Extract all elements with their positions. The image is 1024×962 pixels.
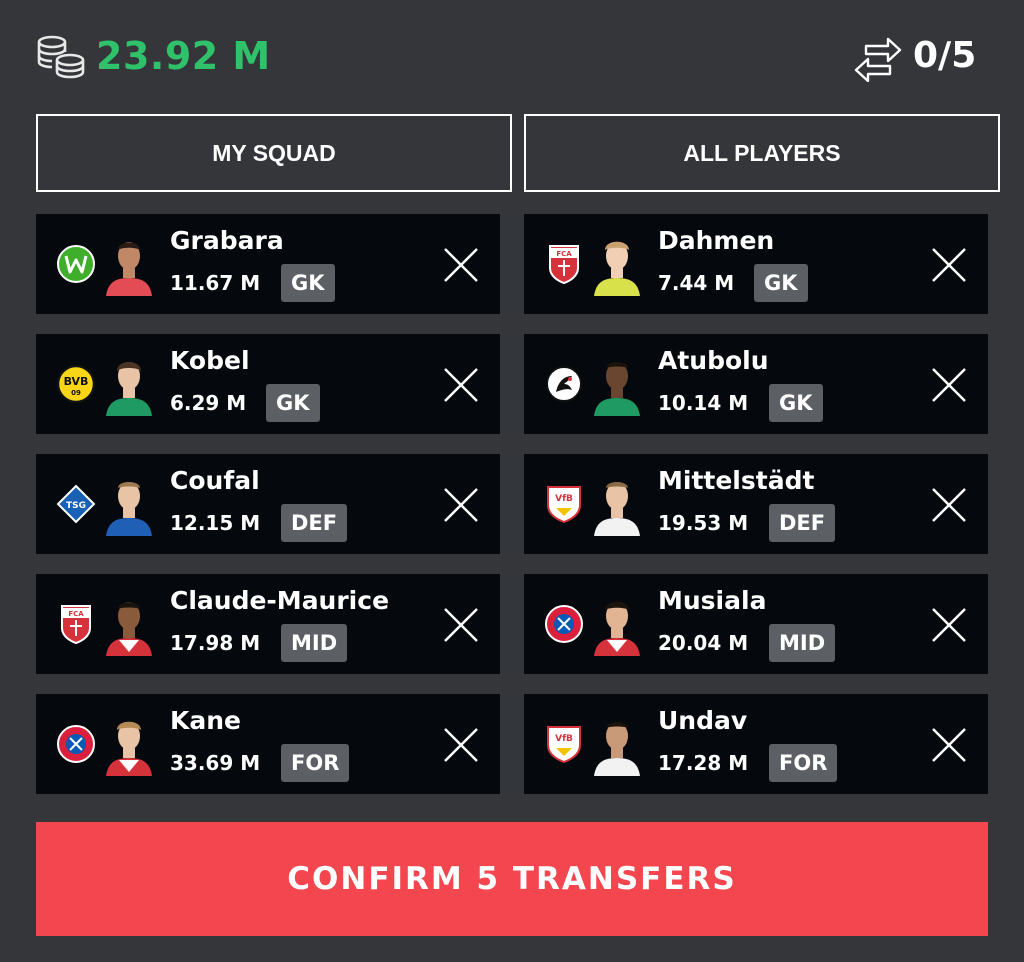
player-portrait-icon (106, 602, 152, 656)
player-name: Claude-Maurice (170, 586, 390, 615)
player-price: 19.53 M (658, 511, 749, 535)
close-icon[interactable] (930, 486, 968, 524)
player-card[interactable]: Musiala 20.04 M MID (524, 574, 988, 674)
player-portrait-icon (106, 362, 152, 416)
close-icon[interactable] (442, 486, 480, 524)
position-badge: GK (754, 264, 808, 302)
close-icon[interactable] (930, 606, 968, 644)
close-icon[interactable] (442, 726, 480, 764)
player-card[interactable]: VfB Mittelstädt 19.53 M DEF (524, 454, 988, 554)
player-portrait-icon (106, 242, 152, 296)
svg-text:09: 09 (71, 389, 81, 397)
player-portrait-icon (594, 482, 640, 536)
budget-amount: 23.92 M (96, 34, 271, 78)
player-card[interactable]: Grabara 11.67 M GK (36, 214, 500, 314)
augsburg-crest-icon: FCA (549, 245, 579, 284)
close-icon[interactable] (930, 726, 968, 764)
player-portrait-icon (594, 601, 640, 656)
player-name: Musiala (658, 586, 767, 615)
svg-text:VfB: VfB (555, 494, 573, 504)
player-price: 6.29 M (170, 391, 247, 415)
player-price: 12.15 M (170, 511, 261, 535)
player-price: 17.28 M (658, 751, 749, 775)
player-card[interactable]: VfB Undav 17.28 M FOR (524, 694, 988, 794)
augsburg-crest-icon: FCA (61, 605, 91, 644)
svg-text:FCA: FCA (556, 250, 572, 258)
player-card[interactable]: FCA Claude-Maurice 17.98 M MID (36, 574, 500, 674)
freiburg-crest-icon (546, 366, 582, 402)
tab-all-players[interactable]: ALL PLAYERS (524, 114, 1000, 192)
hoffenheim-crest-icon: TSG (56, 484, 96, 524)
tab-my-squad[interactable]: MY SQUAD (36, 114, 512, 192)
swap-arrows-icon[interactable] (852, 34, 904, 82)
player-name: Atubolu (658, 346, 769, 375)
player-price: 7.44 M (658, 271, 735, 295)
stuttgart-crest-icon: VfB (547, 726, 581, 764)
player-price: 20.04 M (658, 631, 749, 655)
player-name: Dahmen (658, 226, 775, 255)
position-badge: DEF (769, 504, 836, 542)
player-card[interactable]: Kane 33.69 M FOR (36, 694, 500, 794)
coins-icon (37, 35, 85, 79)
position-badge: GK (281, 264, 335, 302)
position-badge: FOR (769, 744, 838, 782)
close-icon[interactable] (930, 366, 968, 404)
player-portrait-icon (594, 722, 640, 776)
player-portrait-icon (594, 241, 640, 296)
confirm-transfers-button[interactable]: CONFIRM 5 TRANSFERS (36, 822, 988, 936)
player-card[interactable]: BVB 09 Kobel 6.29 M GK (36, 334, 500, 434)
player-name: Grabara (170, 226, 284, 255)
player-price: 17.98 M (170, 631, 261, 655)
close-icon[interactable] (930, 246, 968, 284)
close-icon[interactable] (442, 606, 480, 644)
player-portrait-icon (106, 721, 152, 776)
player-name: Kobel (170, 346, 250, 375)
position-badge: GK (769, 384, 823, 422)
player-name: Kane (170, 706, 241, 735)
svg-text:FCA: FCA (68, 610, 84, 618)
player-card[interactable]: TSG Coufal 12.15 M DEF (36, 454, 500, 554)
close-icon[interactable] (442, 366, 480, 404)
svg-text:TSG: TSG (66, 501, 86, 511)
svg-text:BVB: BVB (64, 375, 89, 388)
player-price: 11.67 M (170, 271, 261, 295)
player-price: 33.69 M (170, 751, 261, 775)
transfer-count: 0/5 (913, 35, 977, 76)
wolfsburg-crest-icon (57, 245, 95, 283)
player-card[interactable]: FCA Dahmen 7.44 M GK (524, 214, 988, 314)
bayern-crest-icon (57, 725, 95, 763)
top-bar: 23.92 M 0/5 (0, 0, 1024, 110)
player-name: Undav (658, 706, 748, 735)
player-portrait-icon (106, 482, 152, 536)
my-squad-list: Grabara 11.67 M GK BVB 09 Kobel 6.29 M G… (36, 214, 500, 814)
position-badge: FOR (281, 744, 350, 782)
close-icon[interactable] (442, 246, 480, 284)
position-badge: GK (266, 384, 320, 422)
position-badge: DEF (281, 504, 348, 542)
all-players-list: FCA Dahmen 7.44 M GK Atubolu 10.14 M GK … (524, 214, 988, 814)
position-badge: MID (769, 624, 836, 662)
player-card[interactable]: Atubolu 10.14 M GK (524, 334, 988, 434)
stuttgart-crest-icon: VfB (547, 486, 581, 524)
svg-text:VfB: VfB (555, 734, 573, 744)
dortmund-crest-icon: BVB 09 (56, 364, 96, 404)
player-portrait-icon (594, 362, 640, 416)
player-name: Coufal (170, 466, 260, 495)
player-price: 10.14 M (658, 391, 749, 415)
position-badge: MID (281, 624, 348, 662)
bayern-crest-icon (545, 605, 583, 643)
player-name: Mittelstädt (658, 466, 815, 495)
